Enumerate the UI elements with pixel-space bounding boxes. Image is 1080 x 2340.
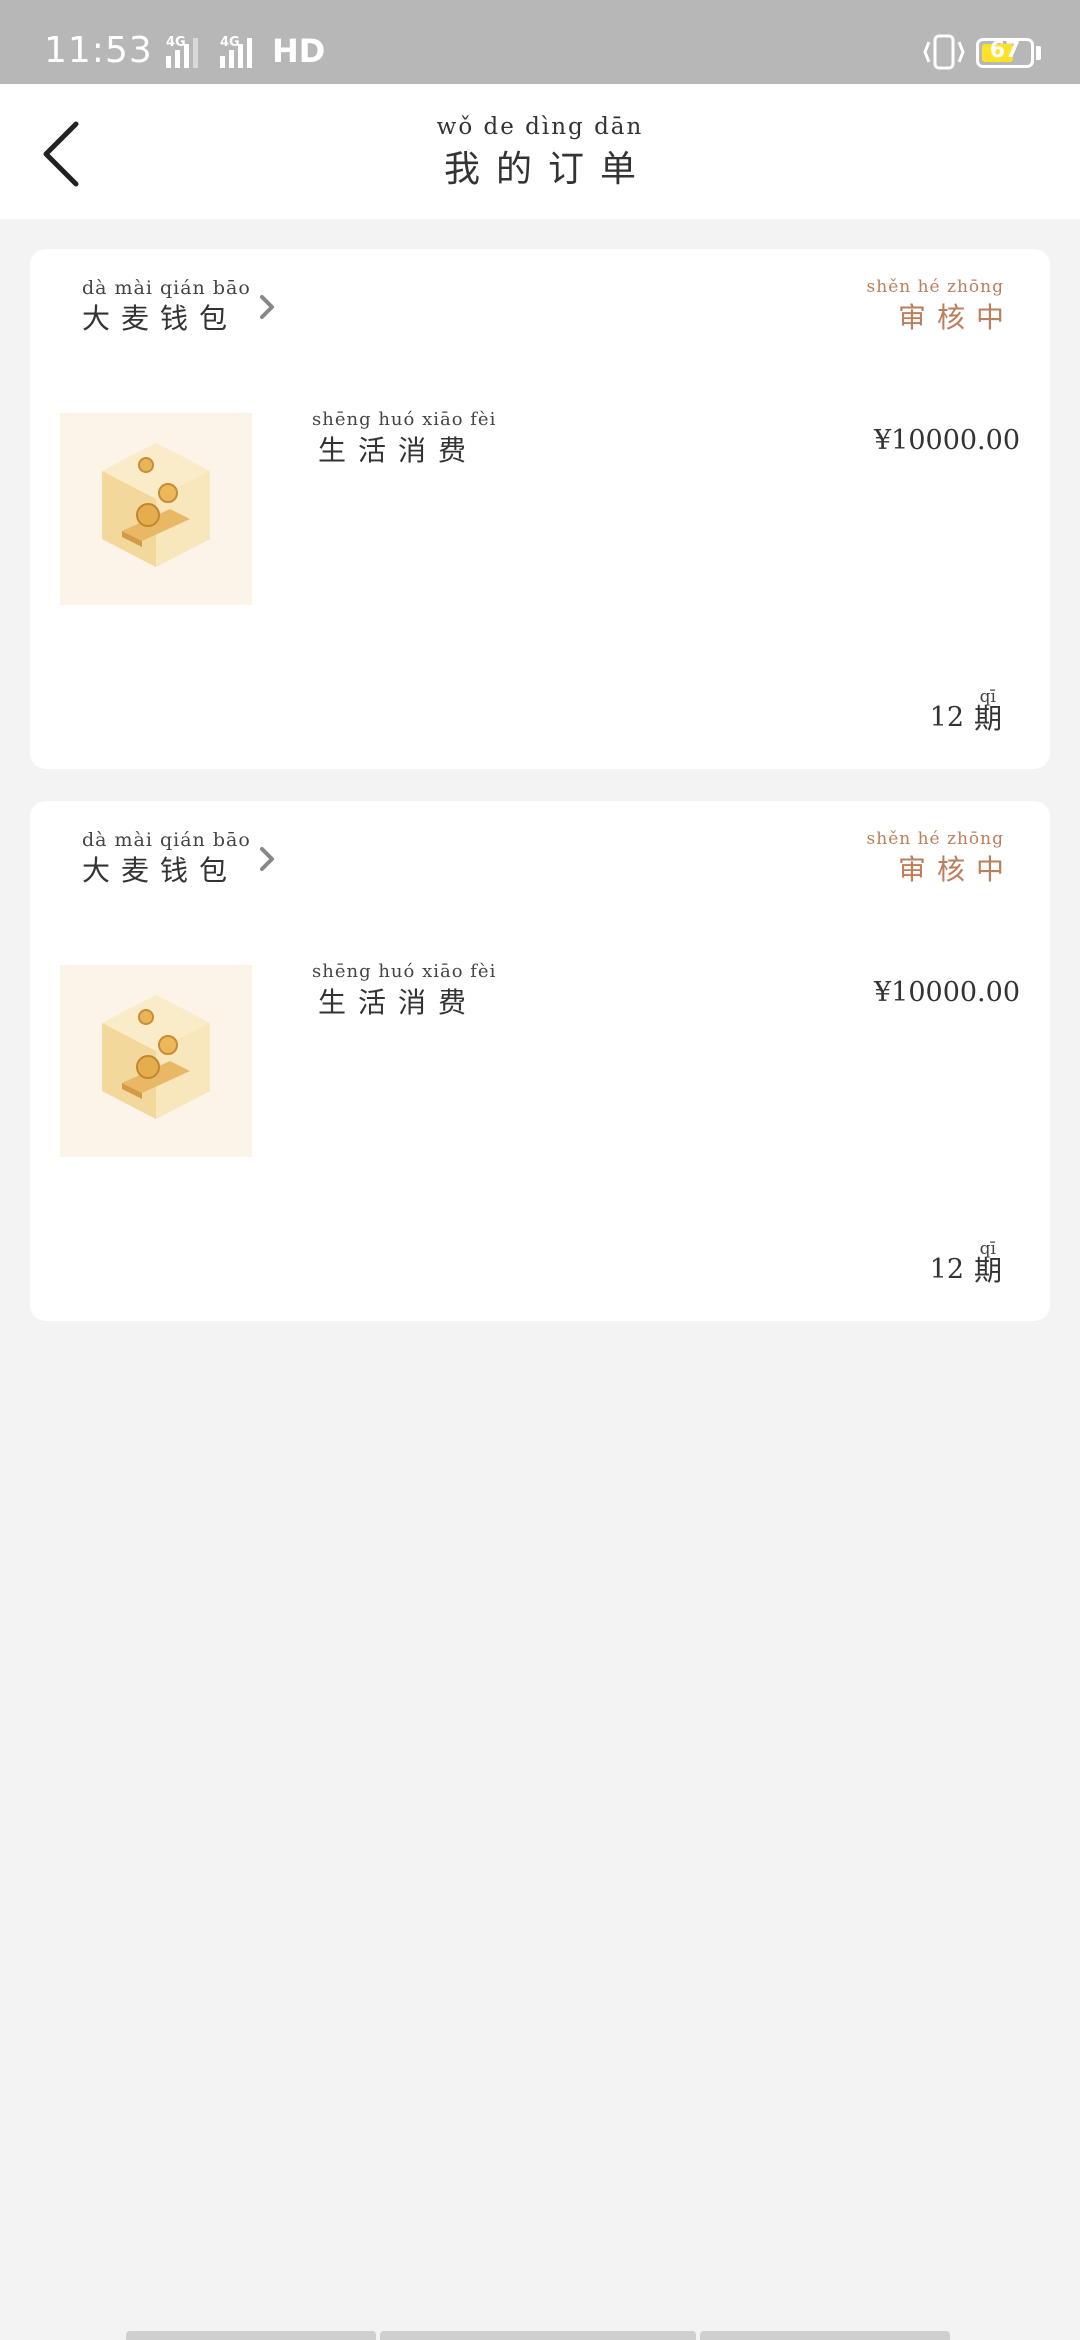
order-status-label: 审核中	[897, 853, 1015, 886]
status-bar: 11:53 4G 4G HD 67	[0, 0, 1080, 84]
product-thumbnail[interactable]	[60, 413, 252, 605]
order-card[interactable]: dà mài qián bāo 大麦钱包 shěn hé zhōng 审核中 s…	[30, 249, 1050, 769]
order-card[interactable]: dà mài qián bāo 大麦钱包 shěn hé zhōng 审核中 s…	[30, 801, 1050, 1321]
order-status: shěn hé zhōng 审核中	[867, 829, 1004, 888]
page-title-pinyin: wǒ de dìng dān	[436, 114, 644, 140]
shop-name-pinyin: dà mài qián bāo	[82, 829, 251, 851]
product-name-block: shēng huó xiāo fèi 生活消费	[312, 961, 496, 1021]
term-unit: 期	[973, 702, 1002, 735]
gesture-bar-center[interactable]	[380, 2331, 696, 2340]
battery-icon: 67	[976, 38, 1034, 68]
order-status: shěn hé zhōng 审核中	[867, 277, 1004, 336]
battery-level: 67	[989, 38, 1021, 63]
network-label-1: 4G	[166, 35, 186, 50]
product-name: 生活消费	[318, 434, 479, 467]
shop-name: 大麦钱包	[82, 302, 239, 335]
network-label-2: 4G	[220, 35, 240, 50]
page-title: 我的订单	[443, 149, 652, 190]
shop-name: 大麦钱包	[82, 854, 239, 887]
shop-name-pinyin: dà mài qián bāo	[82, 277, 251, 299]
hd-indicator: HD	[272, 32, 326, 70]
product-thumbnail[interactable]	[60, 965, 252, 1157]
signal-icon-2: 4G	[220, 35, 252, 68]
page-header: wǒ de dìng dān 我的订单	[0, 84, 1080, 219]
term-unit: 期	[973, 1254, 1002, 1287]
order-status-pinyin: shěn hé zhōng	[866, 277, 1004, 297]
product-name-block: shēng huó xiāo fèi 生活消费	[312, 409, 496, 469]
chevron-right-icon[interactable]	[252, 841, 282, 877]
product-name-pinyin: shēng huó xiāo fèi	[312, 409, 497, 430]
status-time: 11:53	[44, 30, 153, 71]
battery-tip	[1036, 46, 1041, 60]
gesture-bar-left[interactable]	[126, 2331, 376, 2340]
installment-term: 12 qī 期	[882, 687, 1002, 747]
term-count: 12	[929, 1254, 964, 1285]
product-name: 生活消费	[318, 986, 479, 1019]
signal-icon: 4G	[166, 35, 198, 68]
shop-link[interactable]: dà mài qián bāo 大麦钱包	[82, 277, 251, 337]
order-status-label: 审核中	[897, 301, 1015, 334]
shop-link[interactable]: dà mài qián bāo 大麦钱包	[82, 829, 251, 889]
product-name-pinyin: shēng huó xiāo fèi	[312, 961, 497, 982]
gesture-bar[interactable]	[126, 2331, 956, 2340]
chevron-right-icon[interactable]	[252, 289, 282, 325]
vibrate-icon	[923, 34, 965, 70]
order-price: ¥10000.00	[873, 425, 1020, 456]
term-count: 12	[929, 702, 964, 733]
order-status-pinyin: shěn hé zhōng	[866, 829, 1004, 849]
installment-term: 12 qī 期	[882, 1239, 1002, 1299]
order-price: ¥10000.00	[873, 977, 1020, 1008]
gesture-bar-right[interactable]	[700, 2331, 950, 2340]
